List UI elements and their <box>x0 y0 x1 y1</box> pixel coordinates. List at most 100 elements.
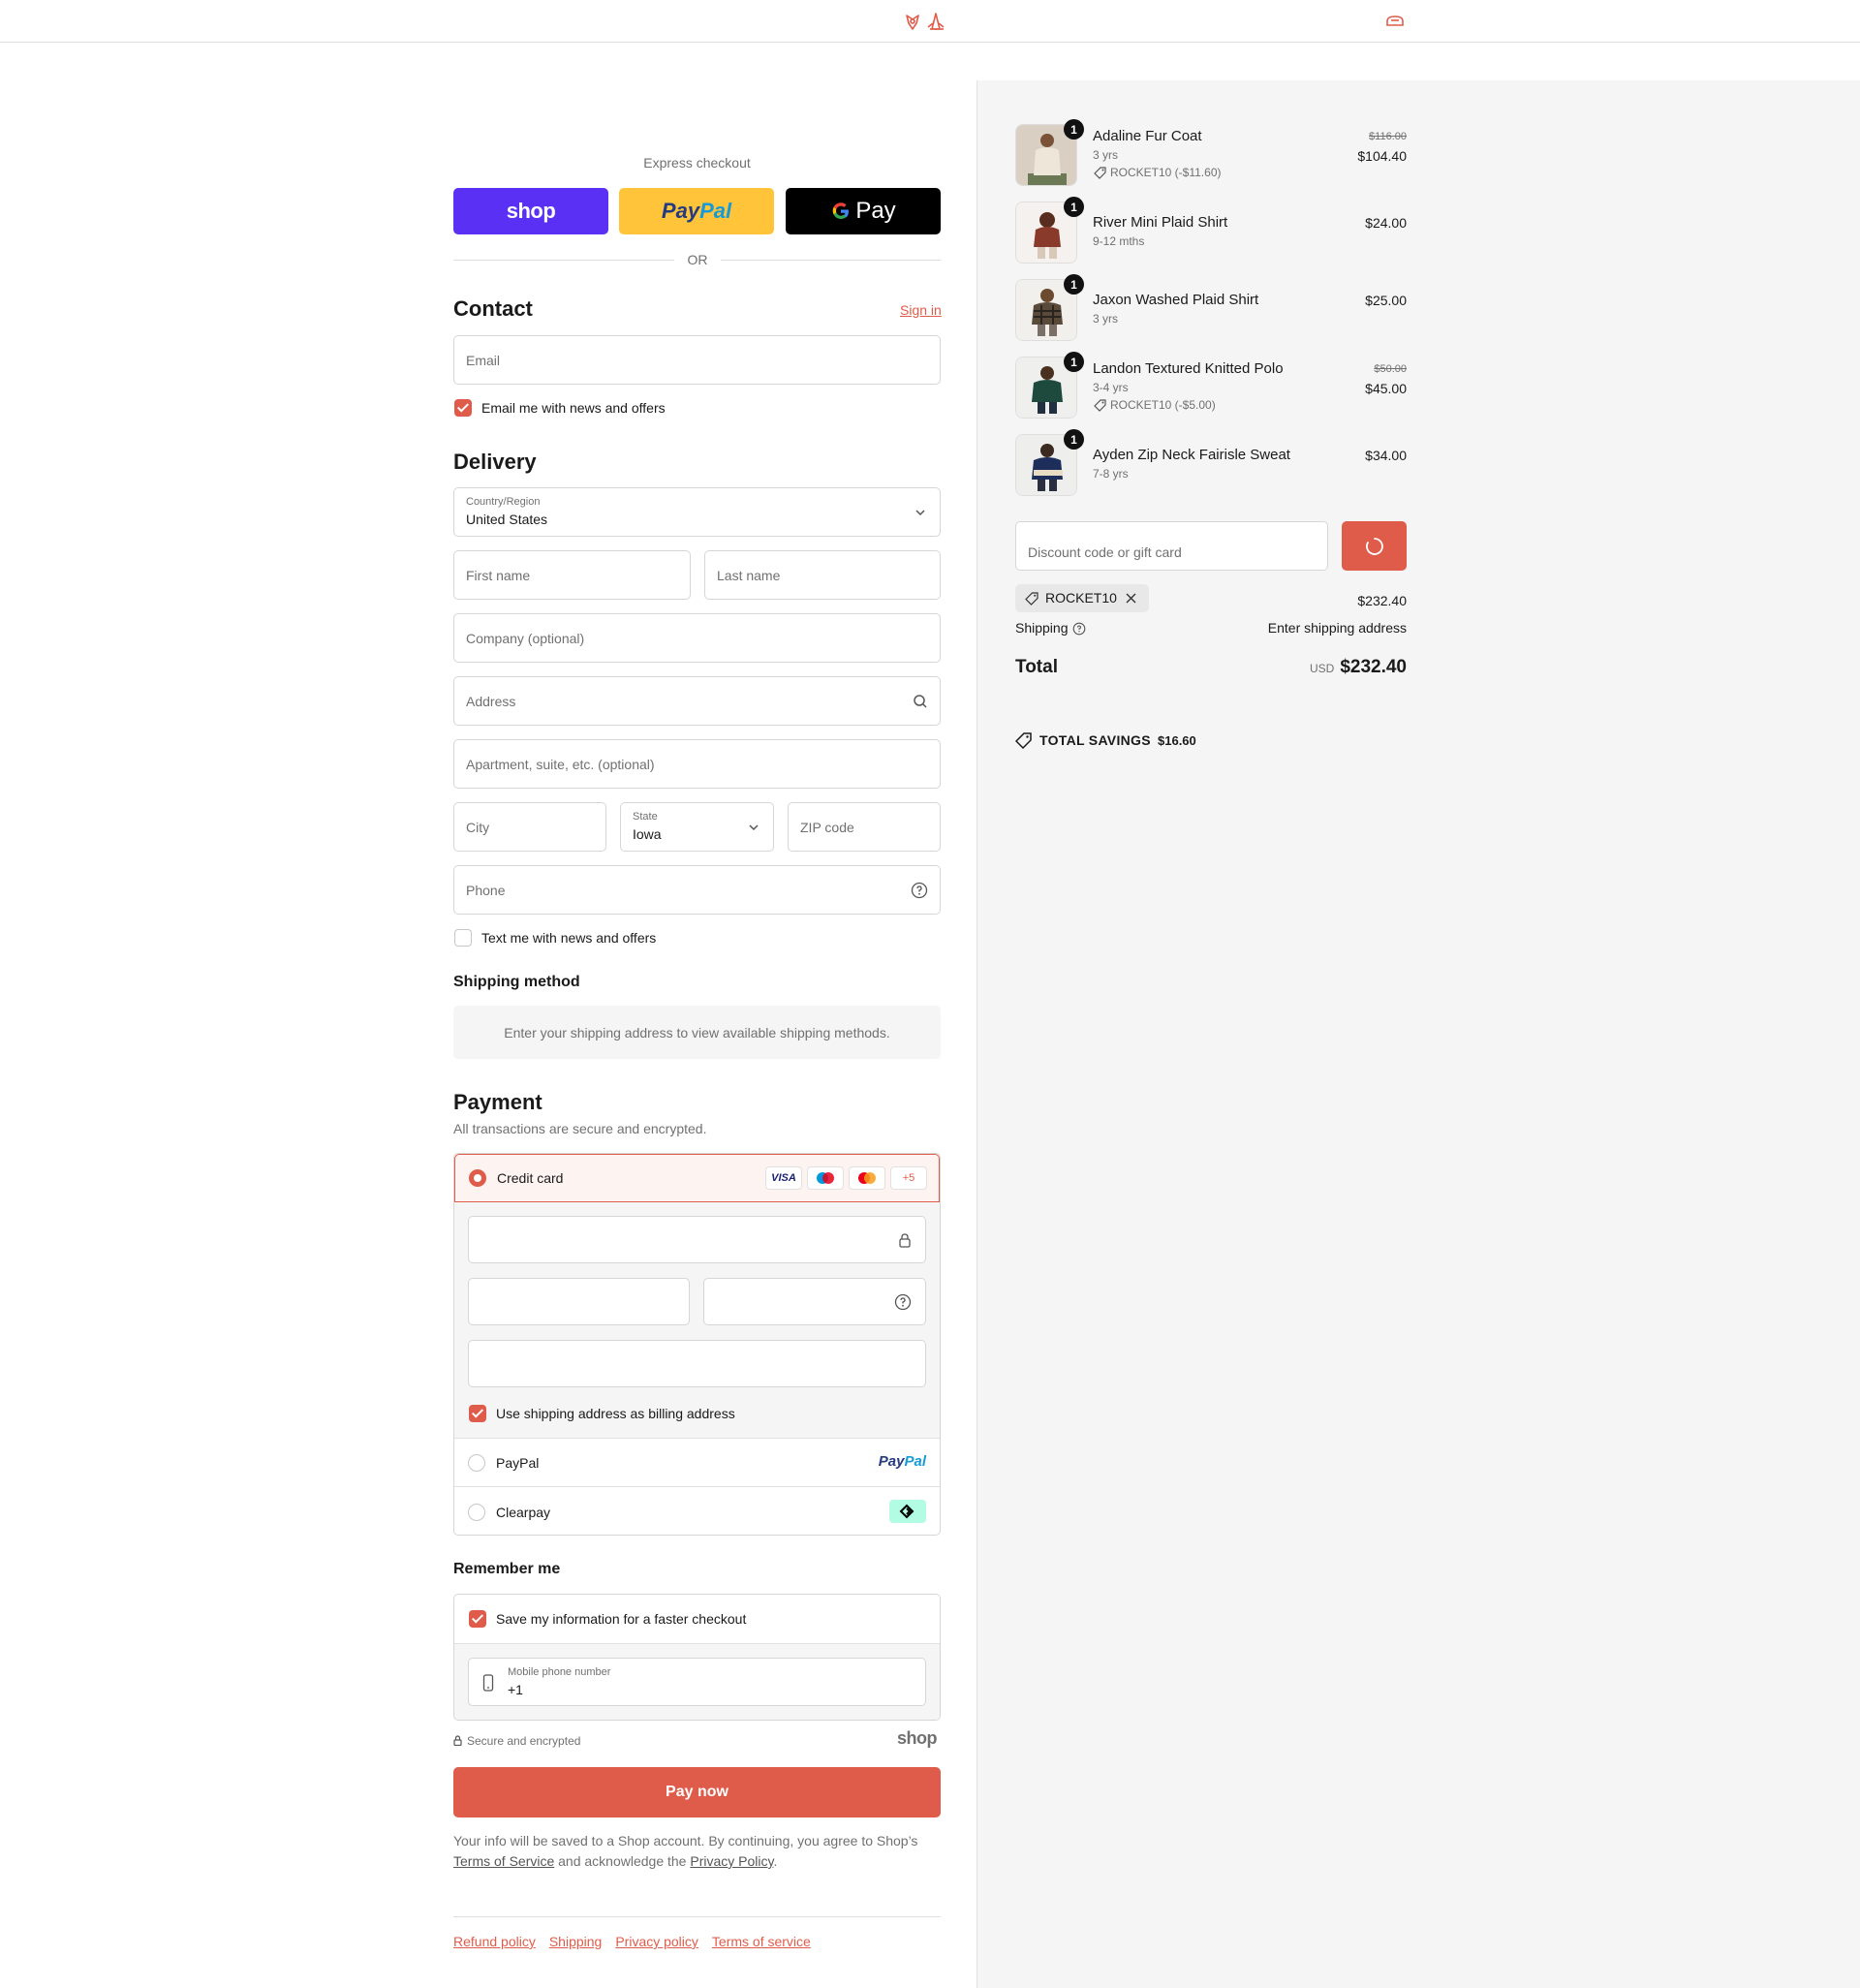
help-circle-icon[interactable] <box>894 1293 912 1311</box>
billing-same-checkbox[interactable] <box>469 1405 486 1422</box>
city-field[interactable]: City <box>453 802 606 852</box>
product-discount: ROCKET10 (-$5.00) <box>1110 398 1216 412</box>
paypal-radio[interactable] <box>468 1454 485 1472</box>
state-label: State <box>633 811 658 823</box>
divider <box>453 260 674 261</box>
product-price: $45.00 <box>1365 381 1407 396</box>
country-value: United States <box>466 512 548 527</box>
sign-in-link[interactable]: Sign in <box>900 302 942 318</box>
apartment-placeholder: Apartment, suite, etc. (optional) <box>466 756 655 772</box>
discount-code-placeholder: Discount code or gift card <box>1028 544 1182 560</box>
phone-field[interactable]: Phone <box>453 865 941 915</box>
terms-of-service-footer-link[interactable]: Terms of service <box>712 1934 811 1949</box>
quantity-badge: 1 <box>1064 119 1084 140</box>
address-placeholder: Address <box>466 693 516 709</box>
shipping-policy-link[interactable]: Shipping <box>549 1934 603 1949</box>
shop-pay-button[interactable]: shop <box>453 188 608 234</box>
refund-policy-link[interactable]: Refund policy <box>453 1934 536 1949</box>
paypal-button[interactable]: PayPal <box>619 188 774 234</box>
company-placeholder: Company (optional) <box>466 630 585 646</box>
currency-code: USD <box>1309 662 1335 675</box>
product-discount: ROCKET10 (-$11.60) <box>1110 166 1222 179</box>
text-offers-checkbox[interactable] <box>454 929 472 947</box>
tag-icon <box>1094 399 1106 412</box>
last-name-placeholder: Last name <box>717 567 781 583</box>
credit-card-label: Credit card <box>497 1170 564 1186</box>
product-name: Landon Textured Knitted Polo <box>1093 360 1284 377</box>
product-name: River Mini Plaid Shirt <box>1093 214 1228 231</box>
tag-icon <box>1094 167 1106 179</box>
quantity-badge: 1 <box>1064 274 1084 295</box>
email-placeholder: Email <box>466 352 501 368</box>
total-label: Total <box>1015 657 1058 677</box>
total-savings-label: TOTAL SAVINGS <box>1039 732 1151 748</box>
card-number-field[interactable] <box>468 1216 926 1263</box>
clearpay-radio[interactable] <box>468 1504 485 1521</box>
clearpay-option[interactable]: Clearpay <box>454 1486 940 1535</box>
name-on-card-field[interactable] <box>468 1340 926 1387</box>
paypal-option[interactable]: PayPal PayPal <box>454 1438 940 1486</box>
rocket-flower-logo-icon[interactable] <box>903 10 957 33</box>
product-variant: 3-4 yrs <box>1093 381 1129 394</box>
email-field[interactable]: Email <box>453 335 941 385</box>
state-value: Iowa <box>633 826 662 842</box>
google-pay-button[interactable]: Pay <box>786 188 941 234</box>
expiration-date-field[interactable] <box>468 1278 690 1325</box>
close-icon[interactable] <box>1126 593 1136 604</box>
help-circle-icon[interactable] <box>911 882 928 899</box>
mobile-phone-value: +1 <box>508 1682 523 1697</box>
paypal-logo: PayPal <box>661 199 732 223</box>
delivery-heading: Delivery <box>453 450 537 474</box>
terms-of-service-link[interactable]: Terms of Service <box>453 1853 554 1869</box>
payment-subtitle: All transactions are secure and encrypte… <box>453 1121 707 1136</box>
apply-discount-button[interactable] <box>1342 521 1407 571</box>
visa-icon: VISA <box>765 1166 802 1190</box>
product-variant: 9-12 mths <box>1093 234 1145 248</box>
company-field[interactable]: Company (optional) <box>453 613 941 663</box>
chevron-down-icon <box>749 824 759 831</box>
mobile-phone-field[interactable]: Mobile phone number +1 <box>468 1658 926 1706</box>
credit-card-radio[interactable] <box>469 1169 486 1187</box>
mobile-phone-icon <box>482 1674 494 1692</box>
remember-me-heading: Remember me <box>453 1561 561 1577</box>
state-select[interactable]: State Iowa <box>620 802 774 852</box>
country-select[interactable]: Country/Region United States <box>453 487 941 537</box>
address-field[interactable]: Address <box>453 676 941 726</box>
security-code-field[interactable] <box>703 1278 926 1325</box>
product-name: Jaxon Washed Plaid Shirt <box>1093 292 1259 308</box>
original-price: $116.00 <box>1369 131 1407 142</box>
first-name-field[interactable]: First name <box>453 550 691 600</box>
first-name-placeholder: First name <box>466 567 531 583</box>
help-circle-icon[interactable] <box>1072 622 1086 636</box>
clearpay-logo-icon <box>889 1500 926 1523</box>
paypal-logo: PayPal <box>878 1453 926 1470</box>
original-price: $50.00 <box>1374 363 1407 375</box>
email-offers-checkbox[interactable] <box>454 399 472 417</box>
discount-code-field[interactable]: Discount code or gift card <box>1015 521 1328 571</box>
maestro-icon <box>807 1166 844 1190</box>
city-placeholder: City <box>466 819 490 835</box>
search-icon <box>914 695 927 708</box>
clearpay-option-label: Clearpay <box>496 1505 551 1520</box>
google-g-icon <box>833 202 850 219</box>
product-price: $24.00 <box>1365 215 1407 231</box>
phone-placeholder: Phone <box>466 882 506 898</box>
payment-methods-box: Credit card VISA +5 Use shipping address… <box>453 1153 941 1536</box>
pay-now-button[interactable]: Pay now <box>453 1767 941 1817</box>
privacy-policy-footer-link[interactable]: Privacy policy <box>615 1934 698 1949</box>
zip-field[interactable]: ZIP code <box>788 802 941 852</box>
credit-card-option[interactable]: Credit card VISA +5 <box>454 1154 940 1202</box>
paypal-option-label: PayPal <box>496 1455 540 1471</box>
save-info-checkbox[interactable] <box>469 1610 486 1628</box>
lock-icon <box>899 1233 911 1248</box>
zip-placeholder: ZIP code <box>800 819 854 835</box>
product-price: $34.00 <box>1365 448 1407 463</box>
divider <box>721 260 941 261</box>
footer-links: Refund policy Shipping Privacy policy Te… <box>453 1934 811 1949</box>
apartment-field[interactable]: Apartment, suite, etc. (optional) <box>453 739 941 789</box>
cart-icon[interactable] <box>1385 14 1405 29</box>
privacy-policy-link[interactable]: Privacy Policy <box>690 1853 773 1869</box>
last-name-field[interactable]: Last name <box>704 550 941 600</box>
footer-divider <box>453 1916 941 1917</box>
product-variant: 7-8 yrs <box>1093 467 1129 481</box>
